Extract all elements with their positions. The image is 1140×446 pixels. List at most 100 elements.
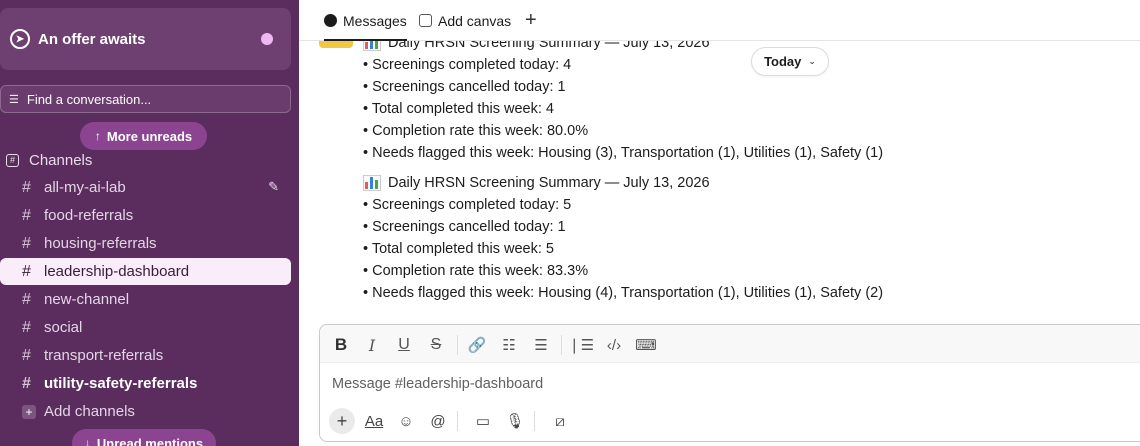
- bar-chart-icon: [363, 175, 381, 191]
- mention-button[interactable]: @: [425, 408, 451, 434]
- sidebar-item-transport-referrals[interactable]: # transport-referrals: [0, 342, 291, 369]
- compass-icon: ➤: [10, 29, 30, 49]
- channel-name: food-referrals: [44, 207, 134, 224]
- sidebar-item-utility-safety-referrals[interactable]: # utility-safety-referrals: [0, 370, 291, 397]
- channel-name: new-channel: [44, 291, 130, 308]
- list-item: Total completed this week: 4: [363, 98, 883, 120]
- list-item: Completion rate this week: 83.3%: [363, 260, 883, 282]
- list-item: Total completed this week: 5: [363, 238, 883, 260]
- today-label: Today: [764, 54, 802, 69]
- add-channels-button[interactable]: + Add channels: [0, 398, 291, 425]
- code-block-icon: ⌨: [635, 337, 657, 354]
- hash-icon: #: [22, 346, 31, 364]
- more-unreads-button[interactable]: ↑ More unreads: [80, 122, 207, 150]
- pencil-icon[interactable]: ✎: [268, 179, 279, 195]
- list-item: Screenings cancelled today: 1: [363, 76, 883, 98]
- hash-icon: #: [22, 206, 31, 224]
- list-item: Completion rate this week: 80.0%: [363, 120, 883, 142]
- tab-messages-label: Messages: [343, 12, 407, 29]
- date-divider-button[interactable]: Today ⌄: [751, 47, 829, 76]
- search-list-icon: ☰: [9, 93, 19, 106]
- sidebar: ➤ An offer awaits ☰ Find a conversation.…: [0, 0, 299, 446]
- hash-icon: #: [22, 178, 31, 196]
- strikethrough-button[interactable]: S: [425, 334, 447, 356]
- tab-messages[interactable]: Messages: [324, 0, 407, 41]
- formatting-toolbar: B I U S 🔗 ☷ ☰ ❘☰ ‹/› ⌨: [320, 325, 1140, 363]
- list-item: Needs flagged this week: Housing (4), Tr…: [363, 282, 883, 304]
- list-item: Screenings cancelled today: 1: [363, 216, 883, 238]
- video-button[interactable]: ▭: [470, 408, 496, 434]
- underline-button[interactable]: U: [393, 334, 415, 356]
- plus-icon: +: [525, 9, 537, 31]
- tab-add-canvas[interactable]: Add canvas: [419, 0, 511, 41]
- channels-icon: #: [6, 153, 19, 167]
- add-channels-label: Add channels: [44, 403, 135, 420]
- at-icon: @: [430, 412, 446, 430]
- hash-icon: #: [22, 318, 31, 336]
- list-item: Screenings completed today: 5: [363, 194, 883, 216]
- message-item: Daily HRSN Screening Summary — July 13, …: [363, 172, 883, 304]
- channel-name: social: [44, 319, 83, 336]
- find-conversation-label: Find a conversation...: [26, 91, 152, 107]
- channel-name: all-my-ai-lab: [44, 179, 126, 196]
- hash-icon: #: [22, 262, 31, 280]
- message-input[interactable]: [332, 373, 1112, 395]
- arrow-up-icon: ↑: [94, 129, 101, 143]
- more-unreads-label: More unreads: [106, 128, 193, 144]
- italic-button[interactable]: I: [361, 334, 383, 356]
- toolbar-divider: [457, 411, 458, 431]
- find-conversation-button[interactable]: ☰ Find a conversation...: [0, 85, 291, 113]
- ordered-list-button[interactable]: ☷: [498, 334, 520, 356]
- unread-mentions-button[interactable]: ↓ Unread mentions: [72, 429, 216, 446]
- message-list[interactable]: Daily HRSN Screening Summary — July 13, …: [299, 41, 1140, 321]
- emoji-button[interactable]: ☺: [393, 408, 419, 434]
- formatting-toggle-button[interactable]: Aa: [361, 408, 387, 434]
- add-tab-button[interactable]: +: [525, 0, 537, 41]
- bulleted-list-button[interactable]: ☰: [530, 334, 552, 356]
- link-button[interactable]: 🔗: [466, 334, 488, 356]
- code-block-button[interactable]: ⌨: [635, 334, 657, 356]
- shortcuts-button[interactable]: ⧄: [547, 408, 573, 434]
- chevron-down-icon: ⌄: [808, 56, 816, 66]
- audio-button[interactable]: 🎙: [502, 408, 528, 434]
- blockquote-button[interactable]: ❘☰: [568, 334, 595, 356]
- notification-dot: [261, 33, 273, 45]
- hash-icon: #: [22, 234, 31, 252]
- sidebar-item-housing-referrals[interactable]: # housing-referrals: [0, 230, 291, 257]
- bar-chart-icon: [363, 41, 381, 51]
- composer-actions: + Aa ☺ @ ▭ 🎙 ⧄: [320, 405, 1140, 437]
- bold-button[interactable]: B: [330, 334, 352, 356]
- channel-name: utility-safety-referrals: [44, 375, 198, 392]
- sidebar-item-social[interactable]: # social: [0, 314, 291, 341]
- slash-command-icon: ⧄: [555, 412, 565, 430]
- channel-name: transport-referrals: [44, 347, 164, 364]
- channel-name: leadership-dashboard: [44, 263, 190, 280]
- hash-icon: #: [22, 374, 31, 392]
- message-bubble-icon: [324, 14, 337, 27]
- channel-name: housing-referrals: [44, 235, 157, 252]
- ordered-list-icon: ☷: [502, 337, 516, 354]
- bulleted-list-icon: ☰: [534, 337, 548, 354]
- code-icon: ‹/›: [606, 336, 622, 354]
- sidebar-item-leadership-dashboard[interactable]: # leadership-dashboard: [0, 258, 291, 285]
- offer-label: An offer awaits: [38, 30, 146, 48]
- message-title: Daily HRSN Screening Summary — July 13, …: [363, 172, 883, 194]
- sidebar-item-new-channel[interactable]: # new-channel: [0, 286, 291, 313]
- channels-header-label: Channels: [29, 151, 93, 169]
- plus-icon: +: [336, 410, 348, 431]
- attach-button[interactable]: +: [329, 408, 355, 434]
- offer-banner[interactable]: ➤ An offer awaits: [0, 8, 291, 70]
- channels-section-header[interactable]: # Channels: [6, 150, 92, 170]
- message-title-text: Daily HRSN Screening Summary — July 13, …: [388, 41, 710, 51]
- sidebar-item-food-referrals[interactable]: # food-referrals: [0, 202, 291, 229]
- toolbar-divider: [534, 411, 535, 431]
- blockquote-icon: ❘☰: [568, 337, 595, 354]
- message-title-text: Daily HRSN Screening Summary — July 13, …: [388, 175, 710, 191]
- sidebar-item-all-my-ai-lab[interactable]: # all-my-ai-lab ✎: [0, 174, 291, 201]
- canvas-icon: [419, 14, 432, 27]
- video-camera-icon: ▭: [475, 413, 491, 430]
- code-button[interactable]: ‹/›: [603, 334, 625, 356]
- tab-add-canvas-label: Add canvas: [438, 12, 512, 29]
- microphone-icon: 🎙: [505, 413, 525, 430]
- avatar: [319, 41, 353, 48]
